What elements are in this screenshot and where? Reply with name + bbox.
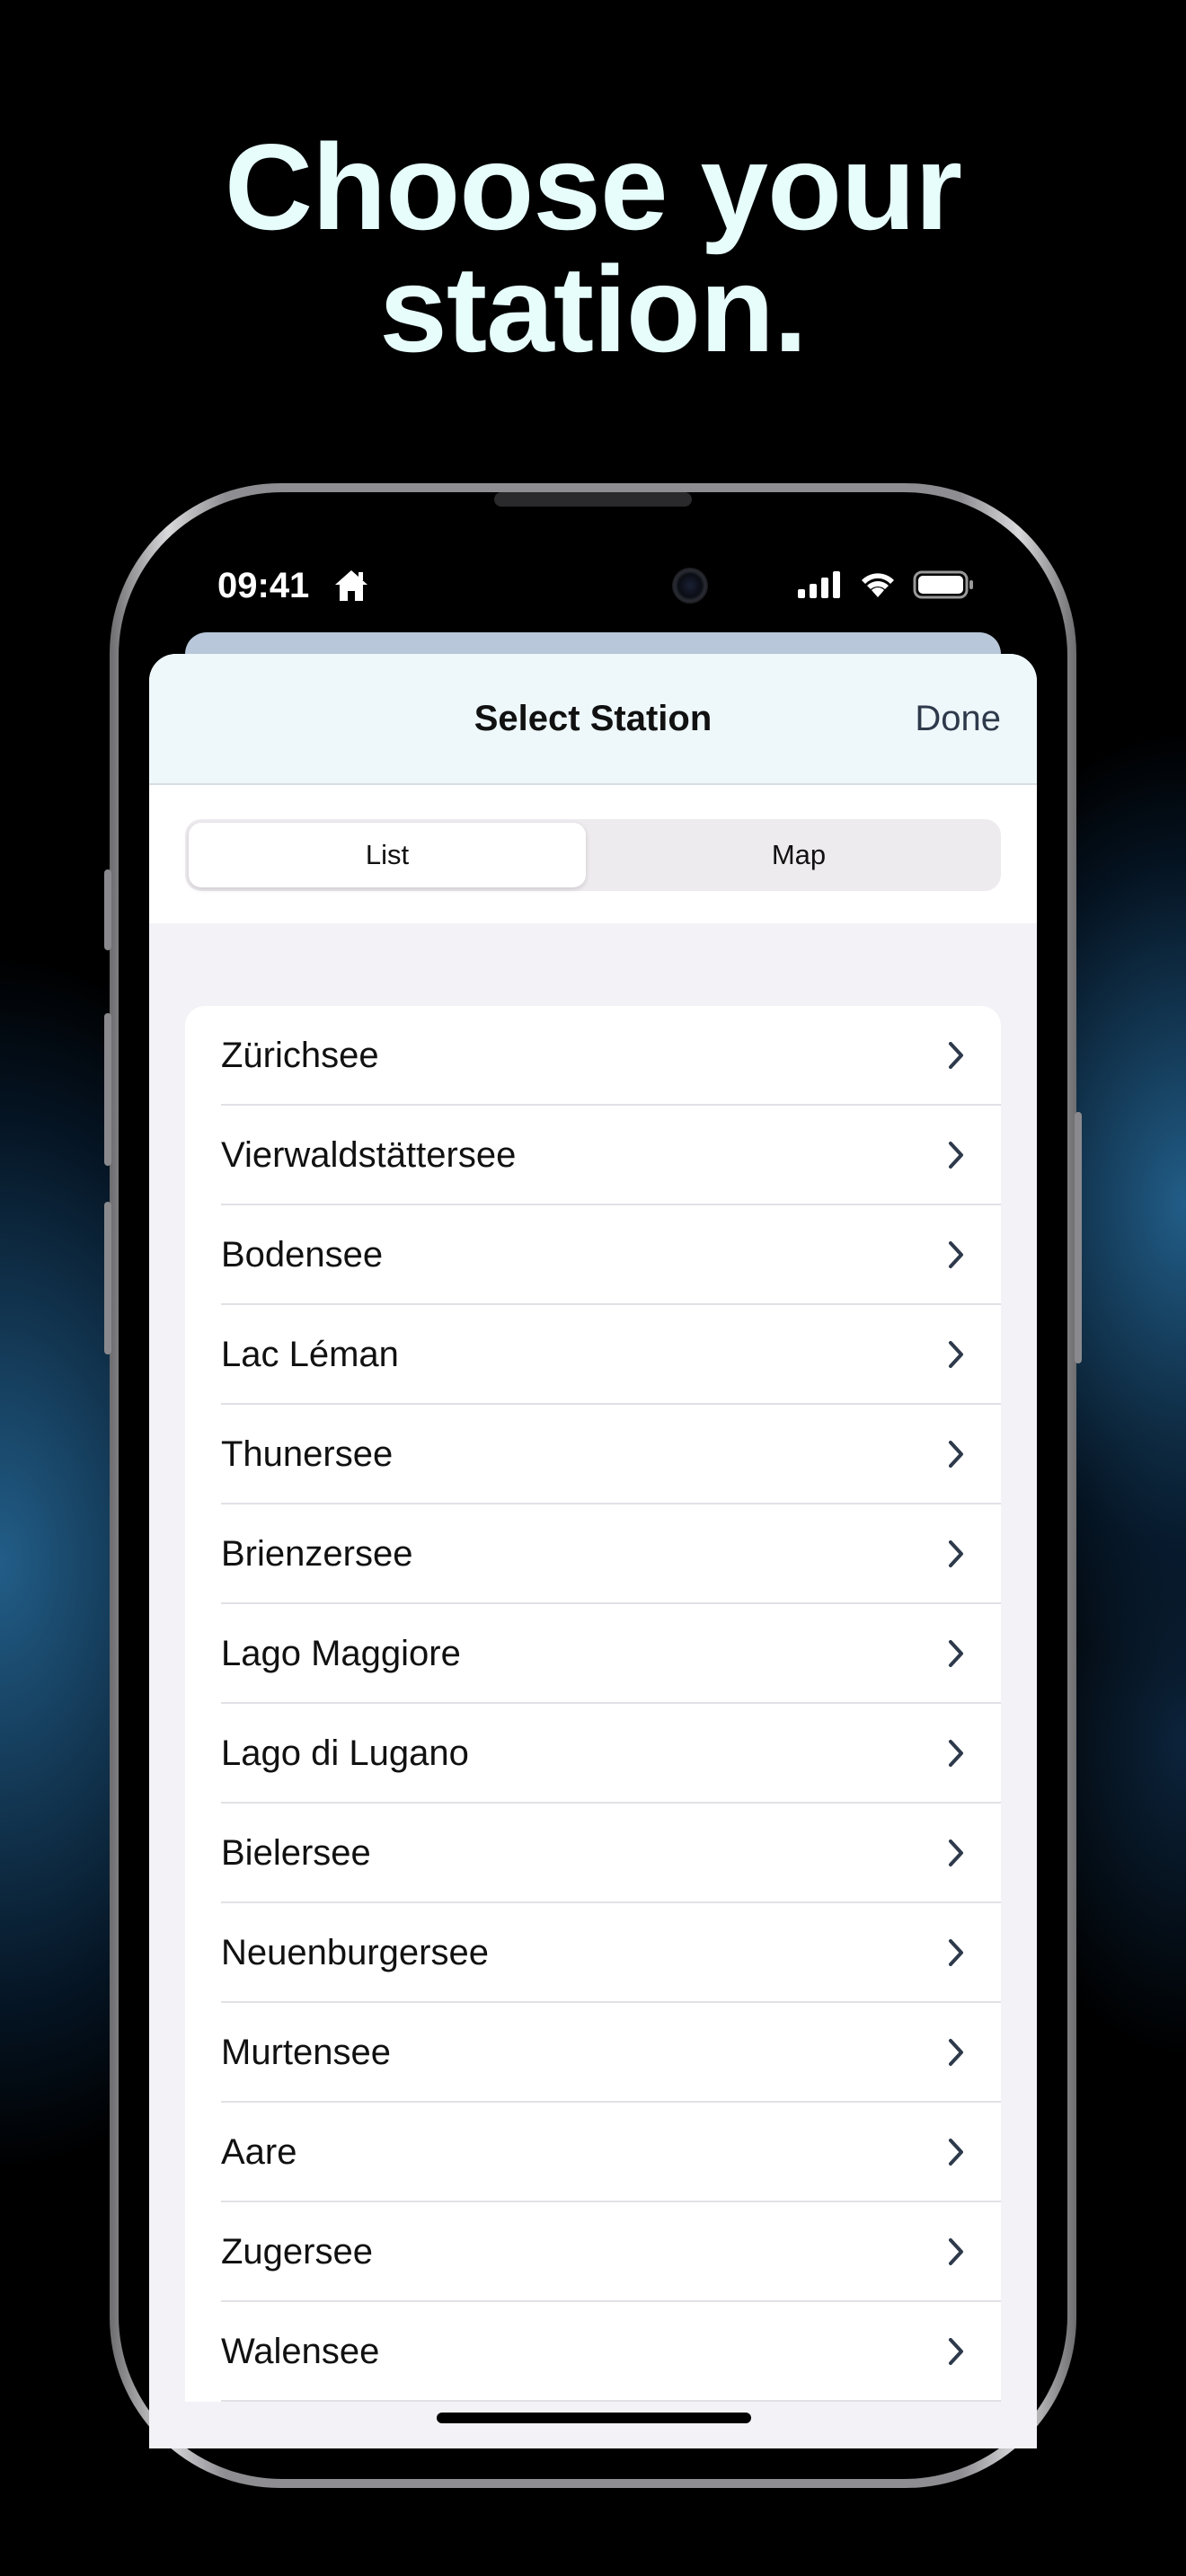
- chevron-right-icon: [949, 1142, 963, 1169]
- segment-list[interactable]: List: [189, 823, 586, 887]
- station-name: Vierwaldstättersee: [221, 1135, 517, 1175]
- cellular-signal-icon: [798, 571, 840, 598]
- wifi-icon: [862, 573, 894, 597]
- front-camera: [672, 568, 708, 604]
- chevron-right-icon: [949, 1441, 963, 1468]
- home-indicator[interactable]: [437, 2413, 751, 2423]
- chevron-right-icon: [949, 2338, 963, 2365]
- view-segmented-control: List Map: [185, 819, 1001, 891]
- chevron-right-icon: [949, 1540, 963, 1567]
- chevron-right-icon: [949, 2238, 963, 2265]
- station-row[interactable]: Bielersee: [185, 1804, 1001, 1903]
- station-name: Neuenburgersee: [221, 1933, 489, 1972]
- station-row[interactable]: Lago di Lugano: [185, 1704, 1001, 1804]
- phone-speaker: [494, 492, 692, 507]
- station-name: Zugersee: [221, 2232, 373, 2272]
- station-name: Murtensee: [221, 2033, 391, 2072]
- chevron-right-icon: [949, 1740, 963, 1767]
- station-name: Zürichsee: [221, 1036, 379, 1075]
- station-row[interactable]: Vierwaldstättersee: [185, 1106, 1001, 1205]
- chevron-right-icon: [949, 2039, 963, 2066]
- station-name: Bielersee: [221, 1833, 371, 1873]
- station-row[interactable]: Aare: [185, 2103, 1001, 2202]
- station-row[interactable]: Zürichsee: [185, 1006, 1001, 1106]
- station-list: Zürichsee Vierwaldstättersee Bodensee Lac L…: [185, 1006, 1001, 2402]
- chevron-right-icon: [949, 1042, 963, 1069]
- station-row[interactable]: Thunersee: [185, 1405, 1001, 1504]
- phone-volume-up-button: [104, 1013, 111, 1166]
- station-name: Brienzersee: [221, 1534, 413, 1574]
- battery-icon: [913, 570, 973, 599]
- segment-map[interactable]: Map: [600, 823, 997, 887]
- chevron-right-icon: [949, 1341, 963, 1368]
- phone-side-button: [1075, 1112, 1082, 1363]
- sheet-header: Select Station Done: [149, 654, 1037, 785]
- station-row[interactable]: Neuenburgersee: [185, 1903, 1001, 2003]
- chevron-right-icon: [949, 2139, 963, 2166]
- chevron-right-icon: [949, 1839, 963, 1866]
- segment-control-area: List Map: [149, 785, 1037, 923]
- station-row[interactable]: Murtensee: [185, 2003, 1001, 2103]
- station-row[interactable]: Lago Maggiore: [185, 1604, 1001, 1704]
- chevron-right-icon: [949, 1241, 963, 1268]
- station-name: Lago Maggiore: [221, 1634, 461, 1673]
- station-name: Bodensee: [221, 1235, 384, 1275]
- chevron-right-icon: [949, 1640, 963, 1667]
- select-station-sheet: Select Station Done List Map Zürichsee Vi…: [149, 654, 1037, 2448]
- promo-headline: Choose your station.: [0, 126, 1186, 370]
- house-icon: [335, 570, 367, 601]
- station-row[interactable]: Bodensee: [185, 1205, 1001, 1305]
- phone-volume-down-button: [104, 1202, 111, 1354]
- station-row[interactable]: Walensee: [185, 2302, 1001, 2402]
- station-row[interactable]: Lac Léman: [185, 1305, 1001, 1405]
- station-name: Aare: [221, 2132, 297, 2172]
- done-button[interactable]: Done: [915, 697, 1001, 740]
- station-name: Thunersee: [221, 1434, 394, 1474]
- phone-action-button: [104, 869, 111, 950]
- chevron-right-icon: [949, 1939, 963, 1966]
- status-time: 09:41: [217, 566, 310, 605]
- headline-line-1: Choose your: [224, 119, 962, 255]
- station-row[interactable]: Zugersee: [185, 2202, 1001, 2302]
- station-name: Lac Léman: [221, 1335, 399, 1374]
- station-row[interactable]: Brienzersee: [185, 1504, 1001, 1604]
- headline-line-2: station.: [379, 241, 808, 377]
- station-name: Lago di Lugano: [221, 1734, 469, 1773]
- sheet-title: Select Station: [474, 699, 712, 738]
- station-name: Walensee: [221, 2332, 380, 2371]
